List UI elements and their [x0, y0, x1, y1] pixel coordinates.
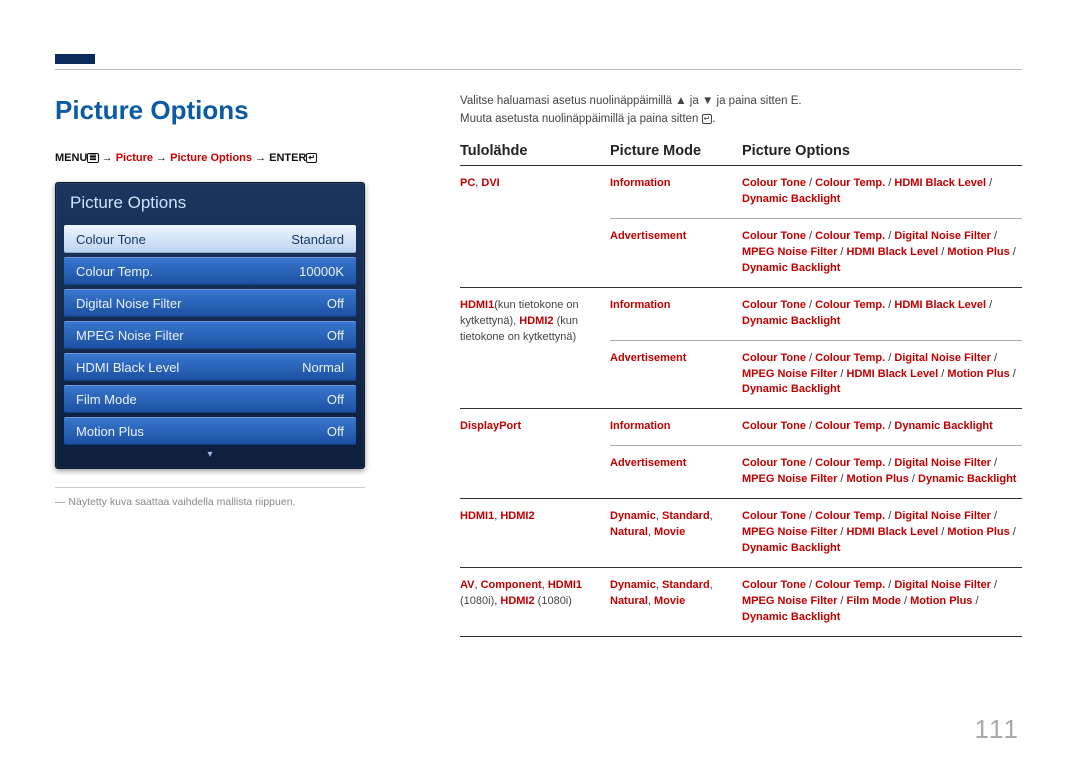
osd-row-label: Colour Tone: [76, 232, 146, 247]
th-mode: Picture Mode: [610, 143, 742, 159]
cell-source: AV, Component, HDMI1 (1080i), HDMI2 (108…: [460, 568, 610, 636]
table-row: AV, Component, HDMI1 (1080i), HDMI2 (108…: [460, 568, 1022, 637]
osd-row-label: HDMI Black Level: [76, 360, 179, 375]
bc-arrow-2: →: [156, 152, 170, 164]
subcol: InformationColour Tone / Colour Temp. / …: [610, 288, 1022, 409]
cell-mode: Advertisement: [610, 229, 742, 277]
osd-row-value: Off: [327, 296, 344, 311]
th-options: Picture Options: [742, 143, 1022, 159]
sub-row: Dynamic, Standard, Natural, MovieColour …: [610, 568, 1022, 636]
osd-row[interactable]: Colour Tone Standard: [64, 225, 356, 253]
osd-row[interactable]: Colour Temp. 10000K: [64, 257, 356, 285]
subcol: InformationColour Tone / Colour Temp. / …: [610, 166, 1022, 287]
instr1-a: Valitse haluamasi asetus nuolinäppäimill…: [460, 95, 675, 107]
osd-row[interactable]: Motion Plus Off: [64, 417, 356, 445]
cell-mode: Advertisement: [610, 456, 742, 488]
osd-row-value: Standard: [291, 232, 344, 247]
cell-options: Colour Tone / Colour Temp. / Digital Noi…: [742, 351, 1022, 399]
instr2-c: .: [712, 113, 715, 125]
subcol: Dynamic, Standard, Natural, MovieColour …: [610, 568, 1022, 636]
bc-picture: Picture: [116, 152, 153, 164]
cell-mode: Information: [610, 298, 742, 330]
subcol: InformationColour Tone / Colour Temp. / …: [610, 409, 1022, 498]
osd-rows: Colour Tone Standard Colour Temp. 10000K Dig…: [56, 225, 364, 445]
page-title: Picture Options: [55, 95, 420, 126]
footnote-divider: [55, 487, 365, 488]
table-header: Tulolähde Picture Mode Picture Options: [460, 143, 1022, 166]
bc-arrow-1: →: [102, 152, 116, 164]
table-body: PC, DVIInformationColour Tone / Colour T…: [460, 166, 1022, 637]
cell-mode: Information: [610, 176, 742, 208]
down-arrow-icon: ▼: [702, 95, 713, 107]
osd-row[interactable]: Film Mode Off: [64, 385, 356, 413]
footnote: ― Näytetty kuva saattaa vaihdella mallis…: [55, 496, 420, 508]
cell-source: PC, DVI: [460, 166, 610, 287]
sub-row: InformationColour Tone / Colour Temp. / …: [610, 288, 1022, 341]
instr2-a: Muuta asetusta nuolinäppäimillä ja paina…: [460, 113, 702, 125]
osd-row-value: Off: [327, 392, 344, 407]
cell-source: DisplayPort: [460, 409, 610, 498]
osd-row-value: Off: [327, 424, 344, 439]
sub-row: AdvertisementColour Tone / Colour Temp. …: [610, 446, 1022, 498]
instr1-e: ja paina sitten E.: [713, 95, 801, 107]
cell-options: Colour Tone / Colour Temp. / Digital Noi…: [742, 509, 1022, 557]
top-rule: [55, 69, 1022, 70]
osd-row[interactable]: Digital Noise Filter Off: [64, 289, 356, 317]
sub-row: AdvertisementColour Tone / Colour Temp. …: [610, 219, 1022, 287]
sub-row: AdvertisementColour Tone / Colour Temp. …: [610, 341, 1022, 409]
cell-options: Colour Tone / Colour Temp. / Digital Noi…: [742, 229, 1022, 277]
breadcrumb: MENU𝌆 → Picture → Picture Options → ENTE…: [55, 152, 420, 164]
cell-options: Colour Tone / Colour Temp. / HDMI Black …: [742, 176, 1022, 208]
table-row: HDMI1, HDMI2Dynamic, Standard, Natural, …: [460, 499, 1022, 568]
subcol: Dynamic, Standard, Natural, MovieColour …: [610, 499, 1022, 567]
right-column: Valitse haluamasi asetus nuolinäppäimill…: [460, 95, 1022, 637]
sub-row: Dynamic, Standard, Natural, MovieColour …: [610, 499, 1022, 567]
sub-row: InformationColour Tone / Colour Temp. / …: [610, 166, 1022, 219]
instruction-line-1: Valitse haluamasi asetus nuolinäppäimill…: [460, 95, 1022, 107]
cell-options: Colour Tone / Colour Temp. / Dynamic Bac…: [742, 419, 1022, 435]
osd-panel: Picture Options Colour ToneStandardColou…: [55, 182, 365, 469]
accent-bar: [55, 54, 95, 64]
osd-row-label: MPEG Noise Filter: [76, 328, 184, 343]
page-number: 111: [974, 714, 1020, 745]
table-row: PC, DVIInformationColour Tone / Colour T…: [460, 166, 1022, 288]
cell-source: HDMI1, HDMI2: [460, 499, 610, 567]
osd-row[interactable]: HDMI Black Level Normal: [64, 353, 356, 381]
enter-icon-2: ↵: [702, 114, 713, 124]
left-column: Picture Options MENU𝌆 → Picture → Pictur…: [55, 95, 420, 637]
cell-source: HDMI1(kun tietokone on kytkettynä), HDMI…: [460, 288, 610, 409]
bc-arrow-3: →: [255, 152, 269, 164]
up-arrow-icon: ▲: [675, 95, 686, 107]
table-row: DisplayPortInformationColour Tone / Colo…: [460, 409, 1022, 499]
table-row: HDMI1(kun tietokone on kytkettynä), HDMI…: [460, 288, 1022, 410]
cell-mode: Advertisement: [610, 351, 742, 399]
enter-icon: ↵: [306, 153, 317, 163]
osd-row-value: Normal: [302, 360, 344, 375]
th-source: Tulolähde: [460, 143, 610, 159]
cell-options: Colour Tone / Colour Temp. / Digital Noi…: [742, 578, 1022, 626]
osd-scroll-down-icon: ▾: [56, 449, 364, 460]
sub-row: InformationColour Tone / Colour Temp. / …: [610, 409, 1022, 446]
cell-options: Colour Tone / Colour Temp. / HDMI Black …: [742, 298, 1022, 330]
cell-mode: Information: [610, 419, 742, 435]
bc-picture-options: Picture Options: [170, 152, 252, 164]
instruction-line-2: Muuta asetusta nuolinäppäimillä ja paina…: [460, 113, 1022, 125]
bc-enter: ENTER: [269, 152, 306, 164]
osd-row-label: Motion Plus: [76, 424, 144, 439]
osd-row-label: Colour Temp.: [76, 264, 153, 279]
cell-mode: Dynamic, Standard, Natural, Movie: [610, 509, 742, 557]
bc-menu: MENU: [55, 152, 87, 164]
page-content: Picture Options MENU𝌆 → Picture → Pictur…: [55, 95, 1022, 637]
cell-mode: Dynamic, Standard, Natural, Movie: [610, 578, 742, 626]
cell-options: Colour Tone / Colour Temp. / Digital Noi…: [742, 456, 1022, 488]
osd-row-value: 10000K: [299, 264, 344, 279]
menu-icon: 𝌆: [87, 153, 98, 163]
instr1-c: ja: [687, 95, 702, 107]
osd-row[interactable]: MPEG Noise Filter Off: [64, 321, 356, 349]
osd-row-value: Off: [327, 328, 344, 343]
osd-title: Picture Options: [56, 183, 364, 221]
osd-row-label: Digital Noise Filter: [76, 296, 181, 311]
osd-row-label: Film Mode: [76, 392, 137, 407]
